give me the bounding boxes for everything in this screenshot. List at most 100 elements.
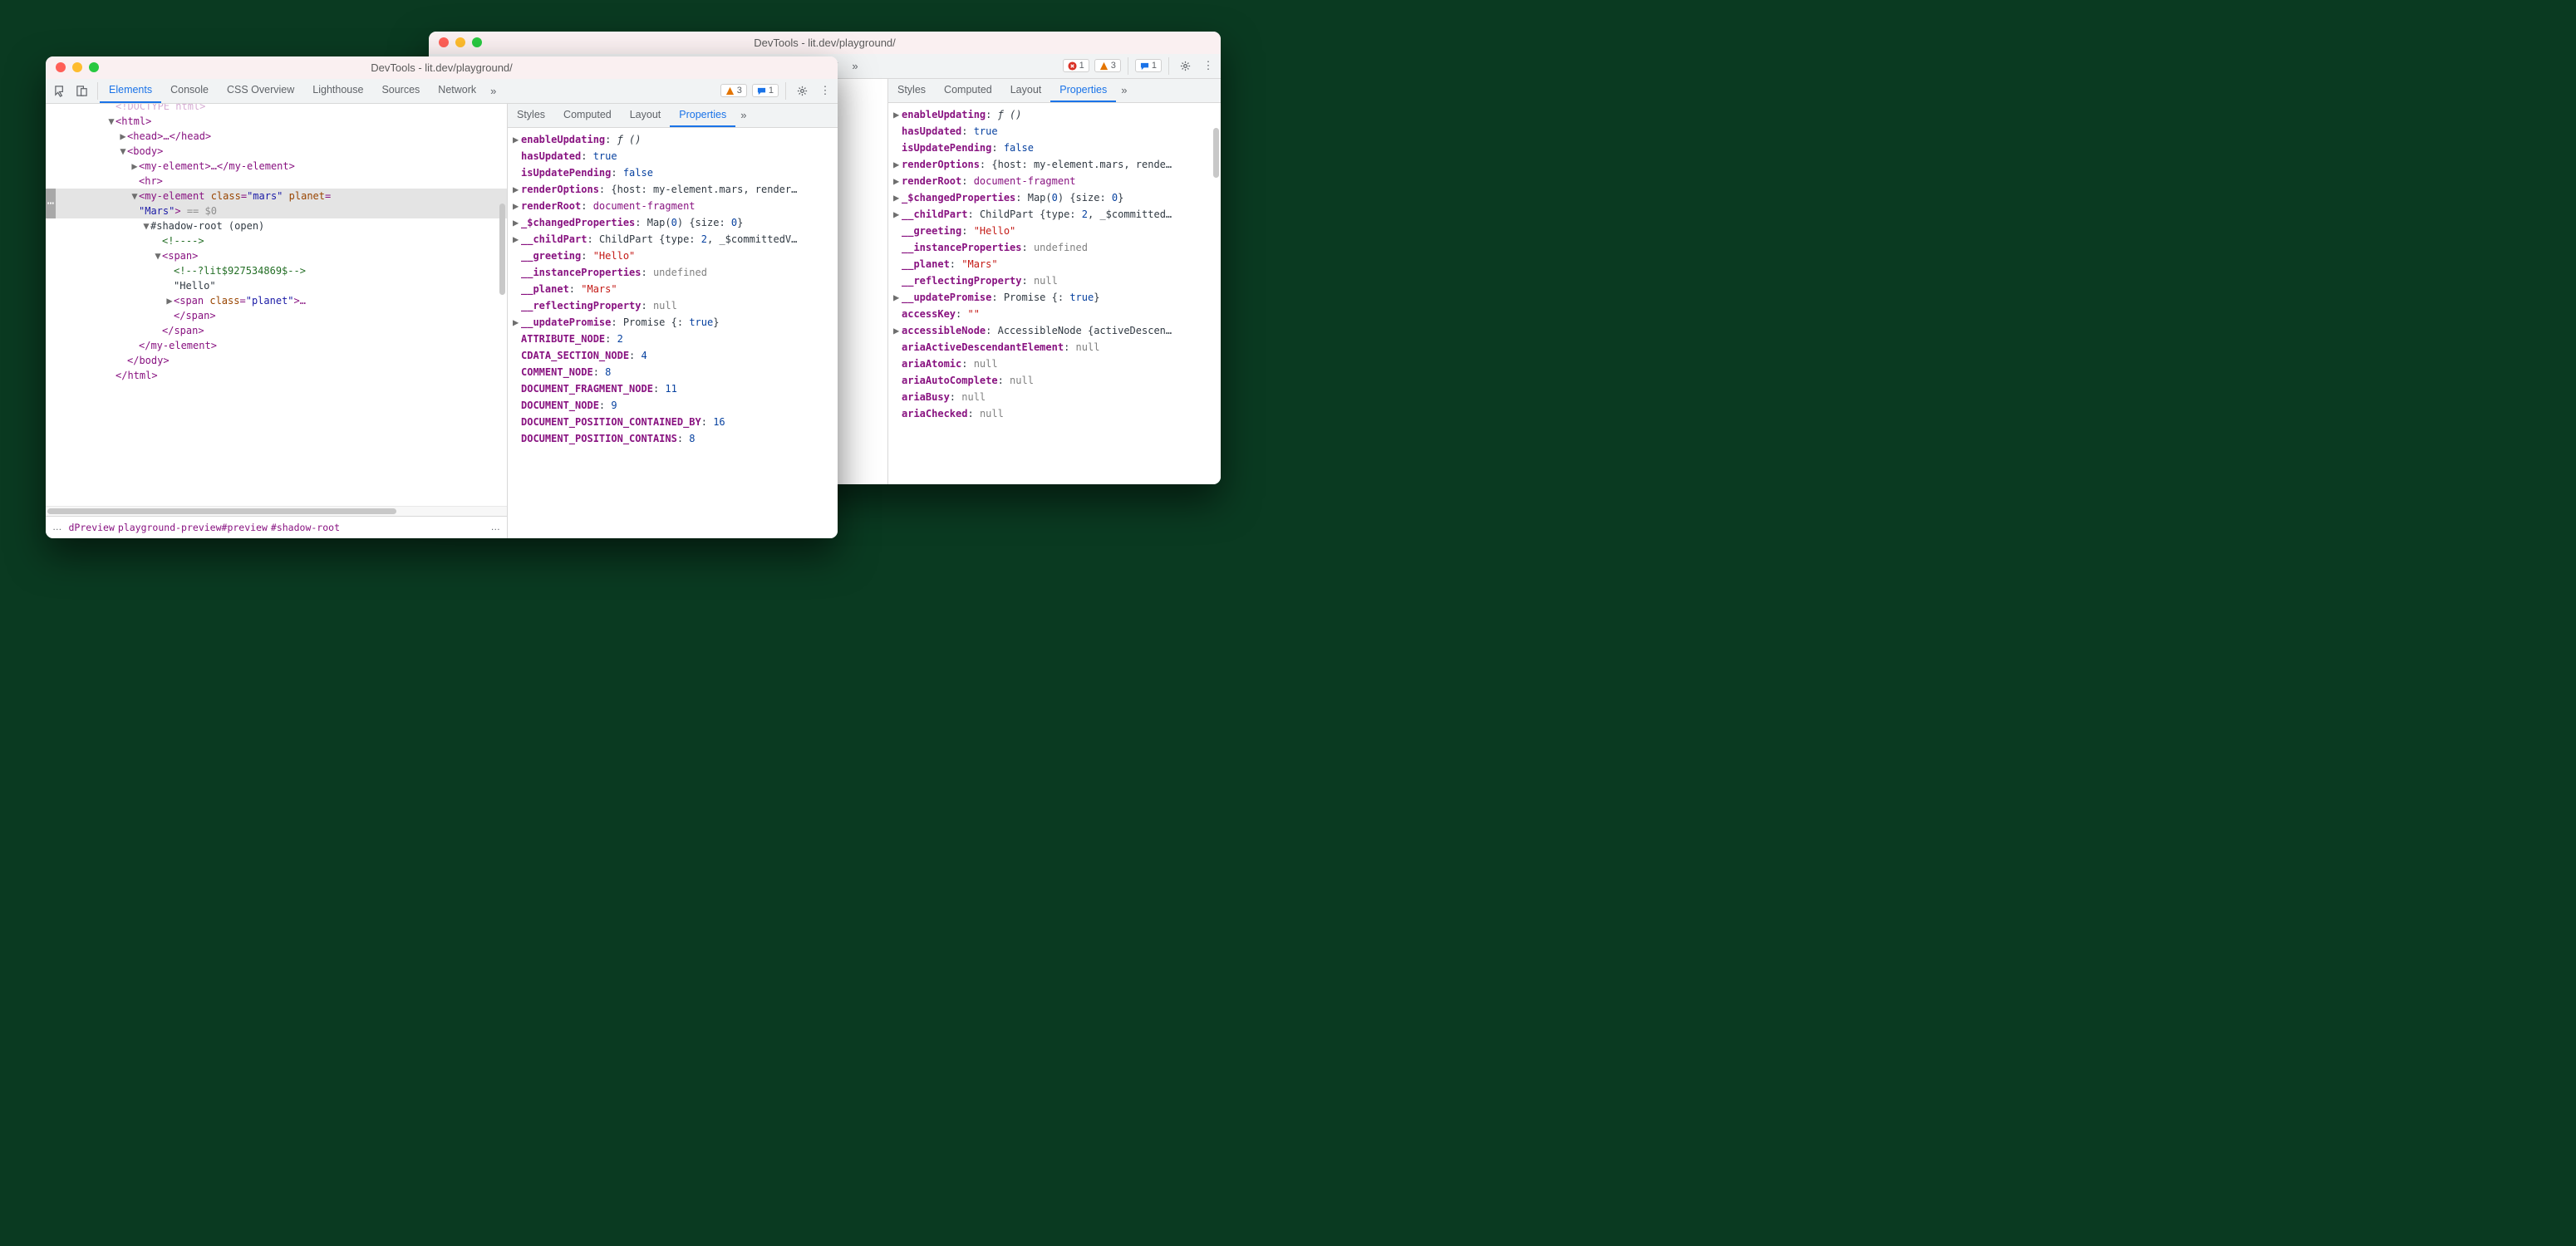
property-row[interactable]: isUpdatePending: false — [888, 140, 1221, 156]
dom-node[interactable]: </span> — [46, 323, 507, 338]
minimize-icon[interactable] — [455, 37, 465, 47]
dom-node[interactable]: ▶<head>…</head> — [46, 129, 507, 144]
dom-node[interactable]: </html> — [46, 368, 507, 383]
error-badge[interactable]: 1 — [1063, 59, 1089, 72]
tab-console[interactable]: Console — [161, 79, 218, 103]
tab-lighthouse[interactable]: Lighthouse — [303, 79, 372, 103]
messages-badge[interactable]: 1 — [752, 84, 779, 97]
property-row[interactable]: ▶enableUpdating: ƒ () — [508, 131, 838, 148]
sidebar-tab-styles[interactable]: Styles — [508, 104, 554, 127]
tab-css-overview[interactable]: CSS Overview — [218, 79, 303, 103]
properties-list[interactable]: ▶enableUpdating: ƒ ()hasUpdated: trueisU… — [508, 128, 838, 539]
dom-tree[interactable]: <!DOCTYPE html> ▼<html> ▶<head>…</head> … — [46, 104, 507, 507]
dom-node[interactable]: "Hello" — [46, 278, 507, 293]
property-row[interactable]: __greeting: "Hello" — [508, 248, 838, 264]
property-row[interactable]: ▶__updatePromise: Promise {: true} — [508, 314, 838, 331]
minimize-icon[interactable] — [72, 62, 82, 72]
property-row[interactable]: ▶_$changedProperties: Map(0) {size: 0} — [508, 214, 838, 231]
property-row[interactable]: CDATA_SECTION_NODE: 4 — [508, 347, 838, 364]
dom-node[interactable]: ▼#shadow-root (open) — [46, 218, 507, 233]
dom-node[interactable]: </body> — [46, 353, 507, 368]
device-icon[interactable] — [72, 81, 91, 100]
dom-node[interactable]: ▶<span class="planet">… — [46, 293, 507, 308]
settings-icon[interactable] — [1176, 56, 1194, 75]
dom-node[interactable]: ▼<body> — [46, 144, 507, 159]
sidebar-tab-layout[interactable]: Layout — [621, 104, 671, 127]
dom-node[interactable]: <!DOCTYPE html> — [46, 104, 507, 114]
dom-node[interactable]: ▼<span> — [46, 248, 507, 263]
property-row[interactable]: DOCUMENT_POSITION_CONTAINED_BY: 16 — [508, 414, 838, 430]
kebab-icon[interactable]: ⋮ — [1199, 56, 1217, 75]
property-row[interactable]: DOCUMENT_FRAGMENT_NODE: 11 — [508, 380, 838, 397]
dom-node[interactable]: <!----> — [46, 233, 507, 248]
property-row[interactable]: ariaBusy: null — [888, 389, 1221, 405]
sidebar-tab-computed[interactable]: Computed — [935, 79, 1001, 102]
zoom-icon[interactable] — [89, 62, 99, 72]
property-row[interactable]: ATTRIBUTE_NODE: 2 — [508, 331, 838, 347]
messages-badge[interactable]: 1 — [1135, 59, 1162, 72]
dom-node[interactable]: </my-element> — [46, 338, 507, 353]
property-row[interactable]: DOCUMENT_POSITION_CONTAINS: 8 — [508, 430, 838, 447]
property-row[interactable]: ▶__updatePromise: Promise {: true} — [888, 289, 1221, 306]
property-row[interactable]: __instanceProperties: undefined — [508, 264, 838, 281]
property-row[interactable]: ▶__childPart: ChildPart {type: 2, _$comm… — [508, 231, 838, 248]
property-row[interactable]: isUpdatePending: false — [508, 164, 838, 181]
property-row[interactable]: ▶accessibleNode: AccessibleNode {activeD… — [888, 322, 1221, 339]
tab-elements[interactable]: Elements — [100, 79, 161, 103]
property-row[interactable]: __instanceProperties: undefined — [888, 239, 1221, 256]
more-tabs-icon[interactable]: » — [485, 79, 501, 103]
breadcrumb-item[interactable]: playground-preview#preview — [118, 522, 268, 533]
property-row[interactable]: ▶renderRoot: document-fragment — [888, 173, 1221, 189]
warning-badge[interactable]: 3 — [1094, 59, 1121, 72]
breadcrumb-item[interactable]: #shadow-root — [271, 522, 340, 533]
property-row[interactable]: COMMENT_NODE: 8 — [508, 364, 838, 380]
sidebar-tab-layout[interactable]: Layout — [1001, 79, 1051, 102]
warning-badge[interactable]: 3 — [720, 84, 747, 97]
close-icon[interactable] — [56, 62, 66, 72]
property-row[interactable]: ▶enableUpdating: ƒ () — [888, 106, 1221, 123]
property-row[interactable]: __greeting: "Hello" — [888, 223, 1221, 239]
dom-node[interactable]: ▶<my-element>…</my-element> — [46, 159, 507, 174]
dom-node[interactable]: <!--?lit$927534869$--> — [46, 263, 507, 278]
breadcrumb-item[interactable]: dPreview — [69, 522, 115, 533]
zoom-icon[interactable] — [472, 37, 482, 47]
kebab-icon[interactable]: ⋮ — [816, 81, 834, 100]
property-row[interactable]: __reflectingProperty: null — [888, 272, 1221, 289]
inspect-icon[interactable] — [51, 81, 69, 100]
selected-node[interactable]: ⋯ ▼<my-element class="mars" planet= "Mar… — [46, 189, 507, 218]
property-row[interactable]: ▶renderRoot: document-fragment — [508, 198, 838, 214]
property-row[interactable]: __planet: "Mars" — [508, 281, 838, 297]
property-row[interactable]: ▶renderOptions: {host: my-element.mars, … — [888, 156, 1221, 173]
breadcrumb-overflow-icon[interactable]: … — [49, 522, 66, 532]
dom-node[interactable]: <hr> — [46, 174, 507, 189]
tab-sources[interactable]: Sources — [372, 79, 429, 103]
property-row[interactable]: hasUpdated: true — [888, 123, 1221, 140]
property-row[interactable]: ▶renderOptions: {host: my-element.mars, … — [508, 181, 838, 198]
more-tabs-icon[interactable]: » — [847, 54, 863, 78]
property-row[interactable]: __reflectingProperty: null — [508, 297, 838, 314]
scrollbar-thumb[interactable] — [499, 204, 505, 295]
property-row[interactable]: DOCUMENT_NODE: 9 — [508, 397, 838, 414]
property-row[interactable]: __planet: "Mars" — [888, 256, 1221, 272]
property-row[interactable]: ▶__childPart: ChildPart {type: 2, _$comm… — [888, 206, 1221, 223]
close-icon[interactable] — [439, 37, 449, 47]
property-row[interactable]: hasUpdated: true — [508, 148, 838, 164]
property-row[interactable]: ▶_$changedProperties: Map(0) {size: 0} — [888, 189, 1221, 206]
sidebar-tab-computed[interactable]: Computed — [554, 104, 621, 127]
dom-node[interactable]: ▼<html> — [46, 114, 507, 129]
settings-icon[interactable] — [793, 81, 811, 100]
scrollbar-thumb[interactable] — [1213, 128, 1219, 178]
properties-list[interactable]: ▶enableUpdating: ƒ ()hasUpdated: trueisU… — [888, 103, 1221, 485]
horizontal-scrollbar[interactable] — [46, 506, 507, 516]
sidebar-tab-properties[interactable]: Properties — [1050, 79, 1116, 102]
property-row[interactable]: ariaAutoComplete: null — [888, 372, 1221, 389]
dom-node[interactable]: </span> — [46, 308, 507, 323]
more-tabs-icon[interactable]: » — [1116, 79, 1132, 102]
sidebar-tab-properties[interactable]: Properties — [670, 104, 735, 127]
property-row[interactable]: ariaChecked: null — [888, 405, 1221, 422]
property-row[interactable]: ariaAtomic: null — [888, 356, 1221, 372]
property-row[interactable]: ariaActiveDescendantElement: null — [888, 339, 1221, 356]
more-tabs-icon[interactable]: » — [735, 104, 751, 127]
property-row[interactable]: accessKey: "" — [888, 306, 1221, 322]
sidebar-tab-styles[interactable]: Styles — [888, 79, 935, 102]
